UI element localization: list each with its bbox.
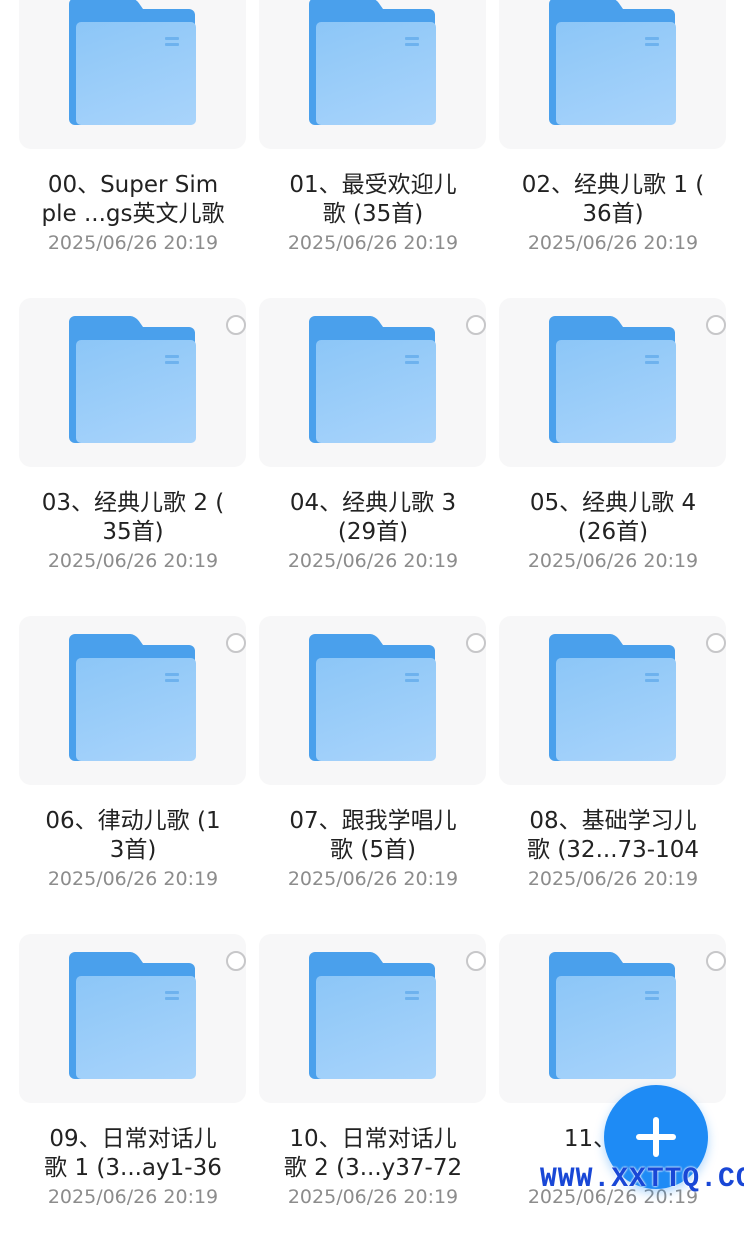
folder-item[interactable]: 08、基础学习儿 歌 (32...73-104 2025/06/26 20:19 <box>499 616 727 916</box>
folder-name: 00、Super Sim ple ...gs英文儿歌 <box>41 172 225 227</box>
folder-name: 05、经典儿歌 4 (26首) <box>529 490 697 545</box>
folder-thumbnail <box>19 298 246 467</box>
folder-date: 2025/06/26 20:19 <box>47 1186 219 1208</box>
folder-name: 03、经典儿歌 2 ( 35首) <box>41 490 225 545</box>
folder-item[interactable]: 10、日常对话儿 歌 2 (3...y37-72 2025/06/26 20:1… <box>259 934 487 1234</box>
folder-name: 02、经典儿歌 1 ( 36首) <box>521 172 705 227</box>
folder-thumbnail <box>19 0 246 149</box>
folder-icon <box>309 316 437 443</box>
folder-name: 01、最受欢迎儿 歌 (35首) <box>289 172 457 227</box>
folder-icon <box>69 316 197 443</box>
folder-date: 2025/06/26 20:19 <box>287 1186 459 1208</box>
folder-name: 04、经典儿歌 3 (29首) <box>289 490 457 545</box>
folder-icon <box>549 0 677 125</box>
select-radio[interactable] <box>466 315 486 335</box>
folder-date: 2025/06/26 20:19 <box>527 232 699 254</box>
select-radio[interactable] <box>226 315 246 335</box>
folder-icon <box>549 316 677 443</box>
folder-item[interactable]: 03、经典儿歌 2 ( 35首) 2025/06/26 20:19 <box>19 298 247 598</box>
folder-thumbnail <box>499 934 726 1103</box>
watermark: WWW.XXTTQ.COM <box>540 1164 744 1195</box>
folder-item[interactable]: 00、Super Sim ple ...gs英文儿歌 2025/06/26 20… <box>19 0 247 280</box>
folder-thumbnail <box>259 616 486 785</box>
folder-date: 2025/06/26 20:19 <box>527 550 699 572</box>
folder-item[interactable]: 09、日常对话儿 歌 1 (3...ay1-36 2025/06/26 20:1… <box>19 934 247 1234</box>
folder-thumbnail <box>259 0 486 149</box>
folder-thumbnail <box>499 616 726 785</box>
select-radio[interactable] <box>706 951 726 971</box>
folder-icon <box>549 634 677 761</box>
folder-thumbnail <box>259 298 486 467</box>
folder-date: 2025/06/26 20:19 <box>287 868 459 890</box>
folder-icon <box>69 0 197 125</box>
folder-icon <box>309 634 437 761</box>
select-radio[interactable] <box>466 633 486 653</box>
folder-thumbnail <box>499 298 726 467</box>
folder-date: 2025/06/26 20:19 <box>527 868 699 890</box>
folder-date: 2025/06/26 20:19 <box>287 550 459 572</box>
folder-icon <box>309 952 437 1079</box>
folder-thumbnail <box>19 616 246 785</box>
select-radio[interactable] <box>226 951 246 971</box>
select-radio[interactable] <box>706 633 726 653</box>
folder-icon <box>309 0 437 125</box>
select-radio[interactable] <box>466 951 486 971</box>
folder-thumbnail <box>19 934 246 1103</box>
folder-name: 07、跟我学唱儿 歌 (5首) <box>289 808 457 863</box>
folder-item[interactable]: 07、跟我学唱儿 歌 (5首) 2025/06/26 20:19 <box>259 616 487 916</box>
folder-name: 09、日常对话儿 歌 1 (3...ay1-36 <box>44 1126 222 1181</box>
folder-thumbnail <box>499 0 726 149</box>
folder-item[interactable]: 06、律动儿歌 (1 3首) 2025/06/26 20:19 <box>19 616 247 916</box>
folder-name: 06、律动儿歌 (1 3首) <box>45 808 221 863</box>
folder-icon <box>69 952 197 1079</box>
folder-item[interactable]: 04、经典儿歌 3 (29首) 2025/06/26 20:19 <box>259 298 487 598</box>
folder-date: 2025/06/26 20:19 <box>47 550 219 572</box>
folder-icon <box>69 634 197 761</box>
select-radio[interactable] <box>706 315 726 335</box>
folder-item[interactable]: 02、经典儿歌 1 ( 36首) 2025/06/26 20:19 <box>499 0 727 280</box>
folder-date: 2025/06/26 20:19 <box>47 868 219 890</box>
folder-name: 10、日常对话儿 歌 2 (3...y37-72 <box>283 1126 463 1181</box>
folder-name: 08、基础学习儿 歌 (32...73-104 <box>527 808 699 863</box>
folder-thumbnail <box>259 934 486 1103</box>
select-radio[interactable] <box>226 633 246 653</box>
folder-date: 2025/06/26 20:19 <box>47 232 219 254</box>
folder-icon <box>549 952 677 1079</box>
folder-item[interactable]: 01、最受欢迎儿 歌 (35首) 2025/06/26 20:19 <box>259 0 487 280</box>
folder-date: 2025/06/26 20:19 <box>287 232 459 254</box>
folder-item[interactable]: 05、经典儿歌 4 (26首) 2025/06/26 20:19 <box>499 298 727 598</box>
